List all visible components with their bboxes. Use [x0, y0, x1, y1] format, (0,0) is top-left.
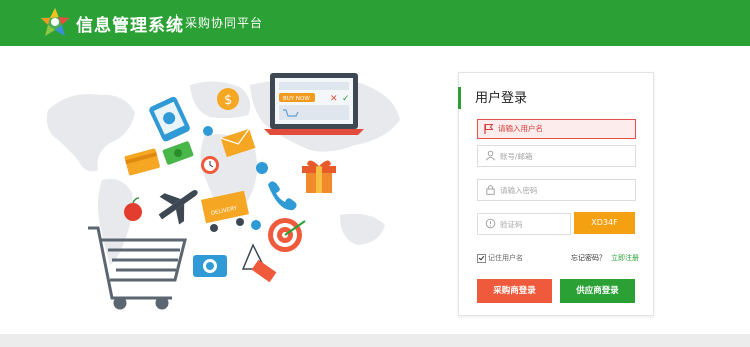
- credit-card-icon: [124, 148, 160, 176]
- ecommerce-illustration: BUY NOW ✕ ✓ $ DELIVERY: [46, 73, 400, 310]
- target-icon: [268, 218, 306, 252]
- price-tag-icon: [241, 243, 277, 283]
- supplier-login-button[interactable]: 供应商登录: [560, 279, 635, 303]
- shield-icon: [485, 218, 496, 229]
- airplane-icon: [158, 189, 198, 225]
- username-input[interactable]: [500, 146, 630, 166]
- mobile-phone-icon: [149, 96, 190, 142]
- flag-icon: [484, 124, 494, 134]
- captcha-field: [477, 213, 571, 235]
- money-icon: [162, 141, 194, 165]
- delivery-truck-icon: DELIVERY: [200, 190, 250, 232]
- password-input[interactable]: [500, 180, 630, 200]
- svg-text:$: $: [224, 93, 232, 108]
- error-message-box: 请输入用户名: [477, 119, 636, 139]
- header-divider: [176, 14, 177, 32]
- username-field: [477, 145, 636, 167]
- forgot-password-link[interactable]: 忘记密码？: [571, 253, 606, 263]
- coin-icon: $: [217, 88, 239, 110]
- password-field: [477, 179, 636, 201]
- svg-text:✓: ✓: [342, 94, 350, 104]
- user-icon: [485, 150, 496, 161]
- remember-username-checkbox[interactable]: 记住用户名: [477, 253, 557, 265]
- shopping-cart-icon: [88, 226, 187, 310]
- login-title: 用户登录: [475, 91, 528, 106]
- footer-bar: [0, 334, 750, 347]
- title-accent-bar: [458, 87, 461, 109]
- remember-label: 记住用户名: [488, 254, 523, 262]
- header-bar: 信息管理系统 采购协同平台: [0, 0, 750, 46]
- camera-icon: [193, 255, 227, 277]
- platform-name: 采购协同平台: [185, 16, 264, 30]
- lock-icon: [486, 185, 495, 195]
- logo-star-icon: [40, 7, 70, 36]
- error-message: 请输入用户名: [498, 124, 543, 133]
- captcha-input[interactable]: [500, 214, 566, 234]
- captcha-code-button[interactable]: XD34F: [574, 212, 635, 234]
- gift-icon: [302, 160, 336, 193]
- login-panel: 用户登录 请输入用户名 XD34F 记住用户名 忘记密码？: [458, 72, 654, 316]
- checkbox-checked-icon[interactable]: [477, 254, 486, 263]
- svg-text:BUY NOW: BUY NOW: [283, 96, 310, 102]
- laptop-icon: BUY NOW ✕ ✓: [264, 73, 364, 135]
- alarm-clock-icon: [201, 156, 219, 174]
- system-title: 信息管理系统: [76, 16, 184, 36]
- buyer-login-button[interactable]: 采购商登录: [477, 279, 552, 303]
- svg-text:✕: ✕: [330, 94, 338, 104]
- phone-icon: [268, 181, 297, 211]
- register-link[interactable]: 立即注册: [611, 253, 639, 263]
